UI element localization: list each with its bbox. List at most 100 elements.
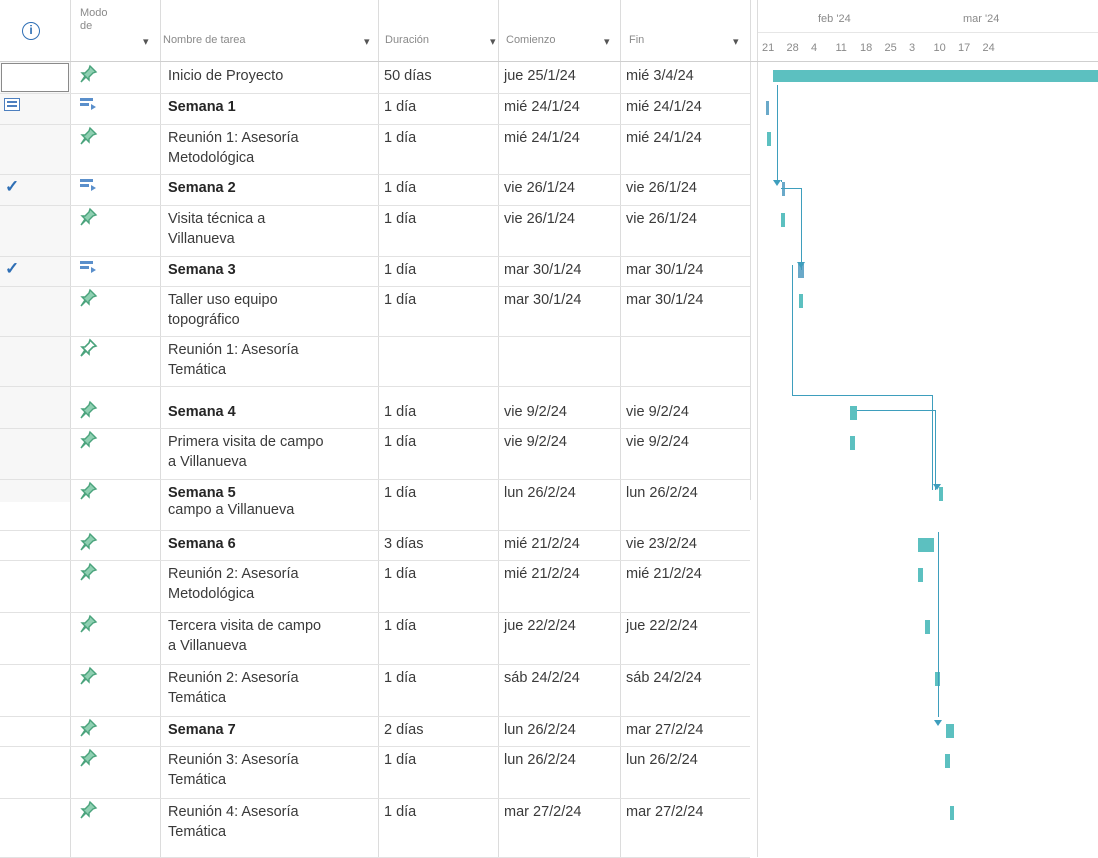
gantt-bar[interactable] xyxy=(850,436,855,450)
task-start[interactable]: mar 30/1/24 xyxy=(504,290,581,310)
task-name[interactable]: Visita técnica a Villanueva xyxy=(168,209,383,249)
task-end[interactable]: vie 9/2/24 xyxy=(626,402,689,422)
task-end[interactable]: mié 21/2/24 xyxy=(626,564,702,584)
task-start[interactable]: mié 24/1/24 xyxy=(504,97,580,117)
task-end[interactable]: vie 9/2/24 xyxy=(626,432,689,452)
mode-dropdown-icon[interactable]: ▾ xyxy=(143,36,149,49)
task-end[interactable]: mié 24/1/24 xyxy=(626,128,702,148)
task-end[interactable]: mar 27/2/24 xyxy=(626,720,703,740)
task-end[interactable]: lun 26/2/24 xyxy=(626,750,698,770)
gantt-bar[interactable] xyxy=(918,538,934,552)
gantt-bar[interactable] xyxy=(950,806,954,820)
gantt-bar[interactable] xyxy=(946,724,954,738)
gantt-bar[interactable] xyxy=(773,70,1098,82)
task-start[interactable]: mar 30/1/24 xyxy=(504,260,581,280)
task-end[interactable]: mar 27/2/24 xyxy=(626,802,703,822)
gantt-bar[interactable] xyxy=(781,213,785,227)
task-end[interactable]: mié 24/1/24 xyxy=(626,97,702,117)
duration-column-header[interactable]: Duración xyxy=(385,34,429,47)
task-name[interactable]: Semana 2 xyxy=(168,178,383,198)
task-start[interactable]: vie 9/2/24 xyxy=(504,402,567,422)
task-end[interactable]: mar 30/1/24 xyxy=(626,260,703,280)
task-duration[interactable]: 1 día xyxy=(384,564,416,584)
task-name[interactable]: Semana 6 xyxy=(168,534,383,554)
task-end[interactable]: vie 26/1/24 xyxy=(626,178,697,198)
gantt-bar[interactable] xyxy=(918,568,923,582)
task-name[interactable]: Reunión 4: Asesoría Temática xyxy=(168,802,383,842)
task-duration[interactable]: 1 día xyxy=(384,432,416,452)
end-column-header[interactable]: Fin xyxy=(629,34,644,47)
task-name[interactable]: Semana 3 xyxy=(168,260,383,280)
task-name[interactable]: Reunión 3: Asesoría Temática xyxy=(168,750,383,790)
task-start[interactable]: sáb 24/2/24 xyxy=(504,668,580,688)
gantt-bar[interactable] xyxy=(850,406,857,420)
task-start[interactable]: lun 26/2/24 xyxy=(504,750,576,770)
task-name[interactable]: Semana 1 xyxy=(168,97,383,117)
task-name[interactable]: Reunión 1: Asesoría Metodológica xyxy=(168,128,383,168)
task-duration[interactable]: 1 día xyxy=(384,128,416,148)
task-name[interactable]: Taller uso equipo topográfico xyxy=(168,290,383,330)
task-duration[interactable]: 1 día xyxy=(384,668,416,688)
mode-column-header[interactable]: Modo de xyxy=(80,7,108,33)
task-duration[interactable]: 1 día xyxy=(384,260,416,280)
task-start[interactable]: jue 25/1/24 xyxy=(504,66,576,86)
gantt-bar[interactable] xyxy=(945,754,950,768)
task-duration[interactable]: 2 días xyxy=(384,720,424,740)
task-start[interactable]: lun 26/2/24 xyxy=(504,720,576,740)
task-start[interactable]: vie 26/1/24 xyxy=(504,209,575,229)
info-column-header[interactable]: i xyxy=(22,22,40,40)
gantt-bar[interactable] xyxy=(925,620,930,634)
task-end[interactable]: vie 26/1/24 xyxy=(626,209,697,229)
task-start[interactable]: vie 9/2/24 xyxy=(504,432,567,452)
name-dropdown-icon[interactable]: ▾ xyxy=(364,36,370,49)
task-name[interactable]: Reunión 1: Asesoría Temática xyxy=(168,340,383,380)
task-duration[interactable]: 1 día xyxy=(384,483,416,503)
name-column-header[interactable]: Nombre de tarea xyxy=(163,34,246,47)
task-end[interactable]: sáb 24/2/24 xyxy=(626,668,702,688)
task-duration[interactable]: 1 día xyxy=(384,402,416,422)
end-dropdown-icon[interactable]: ▾ xyxy=(733,36,739,49)
task-name[interactable]: Tercera visita de campo a Villanueva xyxy=(168,616,383,656)
task-name[interactable]: Semana 4 xyxy=(168,402,383,422)
row-divider xyxy=(0,612,750,613)
task-start[interactable]: mié 21/2/24 xyxy=(504,564,580,584)
task-duration[interactable]: 1 día xyxy=(384,178,416,198)
task-start[interactable]: lun 26/2/24 xyxy=(504,483,576,503)
dependency-link xyxy=(781,180,782,182)
selected-cell[interactable] xyxy=(1,63,69,92)
gantt-bar[interactable] xyxy=(767,132,771,146)
task-duration[interactable]: 1 día xyxy=(384,750,416,770)
task-duration[interactable]: 1 día xyxy=(384,97,416,117)
link-arrowhead xyxy=(934,720,942,726)
task-start[interactable]: jue 22/2/24 xyxy=(504,616,576,636)
row-divider xyxy=(0,286,750,287)
task-end[interactable]: lun 26/2/24 xyxy=(626,483,698,503)
task-duration[interactable]: 3 días xyxy=(384,534,424,554)
task-duration[interactable]: 50 días xyxy=(384,66,432,86)
task-name[interactable]: Semana 7 xyxy=(168,720,383,740)
task-duration[interactable]: 1 día xyxy=(384,802,416,822)
task-duration[interactable]: 1 día xyxy=(384,209,416,229)
task-start[interactable]: mar 27/2/24 xyxy=(504,802,581,822)
task-end[interactable]: jue 22/2/24 xyxy=(626,616,698,636)
row-divider xyxy=(0,124,750,125)
task-name[interactable]: Primera visita de campo a Villanueva xyxy=(168,432,383,472)
duration-dropdown-icon[interactable]: ▾ xyxy=(490,36,496,49)
task-duration[interactable]: 1 día xyxy=(384,290,416,310)
gantt-bar[interactable] xyxy=(799,294,803,308)
task-start[interactable]: mié 24/1/24 xyxy=(504,128,580,148)
task-end[interactable]: mar 30/1/24 xyxy=(626,290,703,310)
task-name[interactable]: Reunión 2: Asesoría Temática xyxy=(168,668,383,708)
task-duration[interactable]: 1 día xyxy=(384,616,416,636)
task-end[interactable]: vie 23/2/24 xyxy=(626,534,697,554)
task-start[interactable]: mié 21/2/24 xyxy=(504,534,580,554)
task-end[interactable]: mié 3/4/24 xyxy=(626,66,694,86)
task-name[interactable]: Inicio de Proyecto xyxy=(168,66,383,86)
task-name[interactable]: Reunión 2: Asesoría Metodológica xyxy=(168,564,383,604)
auto-schedule-icon xyxy=(78,258,98,279)
summary-mark[interactable] xyxy=(782,182,785,196)
task-start[interactable]: vie 26/1/24 xyxy=(504,178,575,198)
start-column-header[interactable]: Comienzo xyxy=(506,34,556,47)
start-dropdown-icon[interactable]: ▾ xyxy=(604,36,610,49)
summary-mark[interactable] xyxy=(766,101,769,115)
